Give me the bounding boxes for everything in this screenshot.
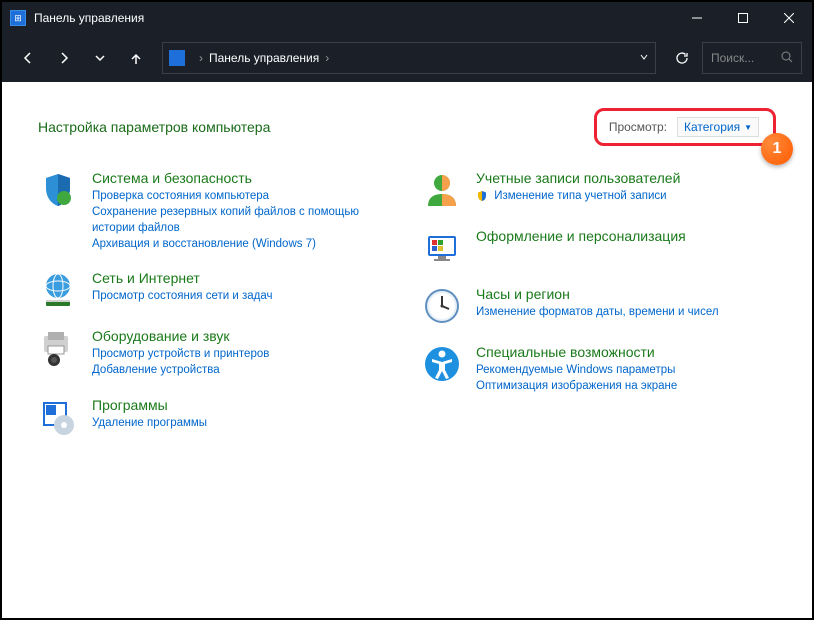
category-link[interactable]: Изменение типа учетной записи <box>476 188 776 204</box>
category-title[interactable]: Сеть и Интернет <box>92 270 392 286</box>
refresh-button[interactable] <box>666 42 698 74</box>
category-link[interactable]: Рекомендуемые Windows параметры <box>476 362 776 378</box>
category-link[interactable]: Просмотр состояния сети и задач <box>92 288 392 304</box>
chevron-down-icon: ▼ <box>744 123 752 132</box>
control-panel-icon: ⊞ <box>10 10 26 26</box>
search-input[interactable]: Поиск... <box>702 42 802 74</box>
titlebar: ⊞ Панель управления <box>2 2 812 34</box>
address-bar[interactable]: › Панель управления › <box>162 42 656 74</box>
category-title[interactable]: Часы и регион <box>476 286 776 302</box>
category-title[interactable]: Специальные возможности <box>476 344 776 360</box>
callout-badge: 1 <box>761 133 793 165</box>
up-button[interactable] <box>120 42 152 74</box>
window-title: Панель управления <box>34 11 674 25</box>
right-column: Учетные записи пользователей Изменение т… <box>422 170 776 437</box>
category-network: Сеть и Интернет Просмотр состояния сети … <box>38 270 392 310</box>
view-value: Категория <box>684 120 740 134</box>
category-title[interactable]: Оборудование и звук <box>92 328 392 344</box>
accessibility-icon <box>422 344 462 384</box>
minimize-button[interactable] <box>674 2 720 34</box>
category-title[interactable]: Программы <box>92 397 392 413</box>
page-heading: Настройка параметров компьютера <box>38 119 594 135</box>
recent-dropdown[interactable] <box>84 42 116 74</box>
forward-button[interactable] <box>48 42 80 74</box>
left-column: Система и безопасность Проверка состояни… <box>38 170 392 437</box>
view-dropdown[interactable]: Категория ▼ <box>677 117 759 137</box>
content-area: Настройка параметров компьютера Просмотр… <box>2 82 812 618</box>
category-title[interactable]: Система и безопасность <box>92 170 392 186</box>
maximize-button[interactable] <box>720 2 766 34</box>
breadcrumb-item[interactable]: Панель управления <box>209 51 319 65</box>
category-link[interactable]: Добавление устройства <box>92 362 392 378</box>
view-control-highlight: Просмотр: Категория ▼ 1 <box>594 108 776 146</box>
category-user-accounts: Учетные записи пользователей Изменение т… <box>422 170 776 210</box>
chevron-down-icon[interactable] <box>639 51 649 65</box>
search-icon <box>781 51 793 66</box>
search-placeholder: Поиск... <box>711 51 754 65</box>
globe-network-icon <box>38 270 78 310</box>
category-title[interactable]: Учетные записи пользователей <box>476 170 776 186</box>
printer-camera-icon <box>38 328 78 368</box>
chevron-right-icon: › <box>325 51 329 65</box>
category-accessibility: Специальные возможности Рекомендуемые Wi… <box>422 344 776 394</box>
category-link[interactable]: Удаление программы <box>92 415 392 431</box>
category-system-security: Система и безопасность Проверка состояни… <box>38 170 392 252</box>
close-button[interactable] <box>766 2 812 34</box>
category-clock-region: Часы и регион Изменение форматов даты, в… <box>422 286 776 326</box>
category-hardware-sound: Оборудование и звук Просмотр устройств и… <box>38 328 392 378</box>
category-link[interactable]: Изменение форматов даты, времени и чисел <box>476 304 776 320</box>
clock-icon <box>422 286 462 326</box>
chevron-right-icon: › <box>199 51 203 65</box>
user-icon <box>422 170 462 210</box>
back-button[interactable] <box>12 42 44 74</box>
navbar: › Панель управления › Поиск... <box>2 34 812 82</box>
programs-icon <box>38 397 78 437</box>
category-link[interactable]: Оптимизация изображения на экране <box>476 378 776 394</box>
uac-shield-icon <box>476 190 488 202</box>
category-programs: Программы Удаление программы <box>38 397 392 437</box>
monitor-personalization-icon <box>422 228 462 268</box>
category-title[interactable]: Оформление и персонализация <box>476 228 776 244</box>
category-link[interactable]: Просмотр устройств и принтеров <box>92 346 392 362</box>
category-link[interactable]: Проверка состояния компьютера <box>92 188 392 204</box>
category-appearance: Оформление и персонализация <box>422 228 776 268</box>
category-link[interactable]: Сохранение резервных копий файлов с помо… <box>92 204 392 236</box>
control-panel-icon <box>169 50 185 66</box>
category-link[interactable]: Архивация и восстановление (Windows 7) <box>92 236 392 252</box>
view-label: Просмотр: <box>609 120 667 134</box>
shield-icon <box>38 170 78 210</box>
